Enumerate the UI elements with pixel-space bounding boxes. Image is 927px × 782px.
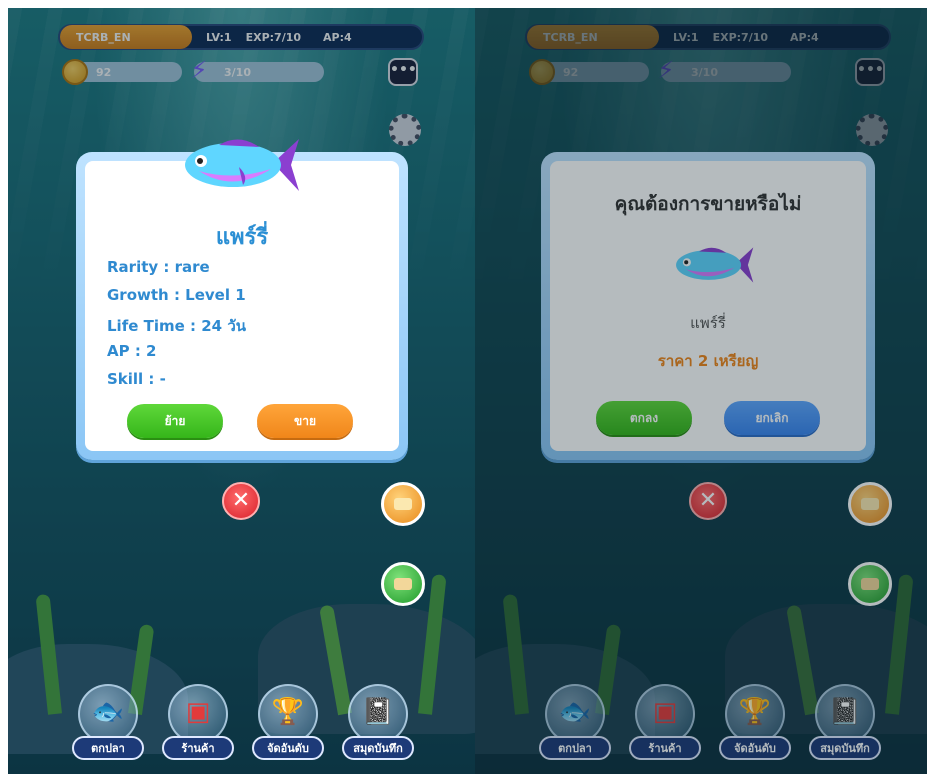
more-menu-button[interactable]: ••• (855, 58, 885, 86)
nav-label: ตกปลา (72, 736, 144, 760)
exp-text: EXP:7/10 (712, 30, 769, 44)
settings-gear-icon[interactable] (389, 114, 421, 146)
fish-icon (185, 139, 299, 191)
treasure-orb-icon[interactable] (381, 482, 425, 526)
player-status-bar: TCRB_EN LV:1 EXP:7/10 AP:4 (525, 24, 891, 50)
fishing-icon: 🐟 (91, 697, 125, 727)
sell-question: คุณต้องการขายหรือไม่ (614, 193, 802, 215)
nav-notebook[interactable]: 📓 สมุดบันทึก (338, 684, 418, 764)
ap-text: AP:4 (790, 30, 819, 44)
close-icon[interactable]: ✕ (222, 482, 260, 520)
cancel-button[interactable]: ยกเลิก (724, 401, 820, 435)
confirm-button[interactable]: ตกลง (596, 401, 692, 435)
coin-icon (62, 59, 88, 85)
rarity-text: Rarity : rare (107, 258, 210, 276)
trophy-locked-icon: 🏆 (738, 697, 772, 727)
nav-label: จัดอันดับ (252, 736, 324, 760)
sell-confirm-modal: คุณต้องการขายหรือไม่ แพร์รี่ ราคา 2 เหรี… (541, 152, 875, 460)
level-text: LV:1 (673, 30, 699, 44)
trophy-locked-icon: 🏆 (271, 697, 305, 727)
treasure-orb-icon[interactable] (848, 482, 892, 526)
nav-ranking[interactable]: 🏆 จัดอันดับ (715, 684, 795, 764)
nav-label: ตกปลา (539, 736, 611, 760)
fish-name-title: แพร์รี่ (215, 225, 269, 250)
nav-notebook[interactable]: 📓 สมุดบันทึก (805, 684, 885, 764)
player-status-bar: TCRB_EN LV:1 EXP:7/10 AP:4 (58, 24, 424, 50)
energy-bar (661, 62, 791, 82)
notebook-locked-icon: 📓 (361, 697, 395, 727)
price-text: ราคา 2 เหรียญ (657, 352, 759, 370)
coin-count: 92 (563, 66, 579, 79)
coin-count: 92 (96, 66, 112, 79)
fishing-icon: 🐟 (558, 697, 592, 727)
ap-text: AP:4 (323, 30, 352, 44)
right-game-screen: TCRB_EN LV:1 EXP:7/10 AP:4 92 ⚡ 3/10 •••… (475, 8, 927, 774)
notebook-locked-icon: 📓 (828, 697, 862, 727)
settings-gear-icon[interactable] (856, 114, 888, 146)
sell-button[interactable]: ขาย (257, 404, 353, 438)
fish-icon (676, 247, 754, 283)
fish-name: แพร์รี่ (690, 314, 726, 332)
nav-shop[interactable]: ▣ ร้านค้า (625, 684, 705, 764)
shop-icon: ▣ (652, 697, 678, 727)
player-name: TCRB_EN (543, 30, 598, 44)
nav-label: สมุดบันทึก (342, 736, 414, 760)
ticket-orb-icon[interactable] (381, 562, 425, 606)
life-time-text: Life Time : 24 วัน (107, 317, 247, 335)
nav-label: สมุดบันทึก (809, 736, 881, 760)
fish-info-modal: แพร์รี่ Rarity : rare Growth : Level 1 L… (76, 139, 408, 460)
energy-bolt-icon: ⚡ (657, 56, 675, 84)
more-menu-button[interactable]: ••• (388, 58, 418, 86)
shop-icon: ▣ (185, 697, 211, 727)
energy-count: 3/10 (224, 66, 251, 79)
growth-text: Growth : Level 1 (107, 286, 246, 304)
nav-fishing[interactable]: 🐟 ตกปลา (68, 684, 148, 764)
level-text: LV:1 (206, 30, 232, 44)
energy-count: 3/10 (691, 66, 718, 79)
energy-bar (194, 62, 324, 82)
ap-value-text: AP : 2 (107, 342, 157, 360)
player-name: TCRB_EN (76, 30, 131, 44)
nav-ranking[interactable]: 🏆 จัดอันดับ (248, 684, 328, 764)
nav-label: จัดอันดับ (719, 736, 791, 760)
close-icon[interactable]: ✕ (689, 482, 727, 520)
energy-bolt-icon: ⚡ (190, 56, 208, 84)
left-game-screen: TCRB_EN LV:1 EXP:7/10 AP:4 92 ⚡ 3/10 •••… (8, 8, 475, 774)
coin-icon (529, 59, 555, 85)
nav-fishing[interactable]: 🐟 ตกปลา (535, 684, 615, 764)
move-button[interactable]: ย้าย (127, 404, 223, 438)
nav-shop[interactable]: ▣ ร้านค้า (158, 684, 238, 764)
ticket-orb-icon[interactable] (848, 562, 892, 606)
nav-label: ร้านค้า (629, 736, 701, 760)
nav-label: ร้านค้า (162, 736, 234, 760)
exp-text: EXP:7/10 (245, 30, 302, 44)
skill-text: Skill : - (107, 370, 166, 388)
